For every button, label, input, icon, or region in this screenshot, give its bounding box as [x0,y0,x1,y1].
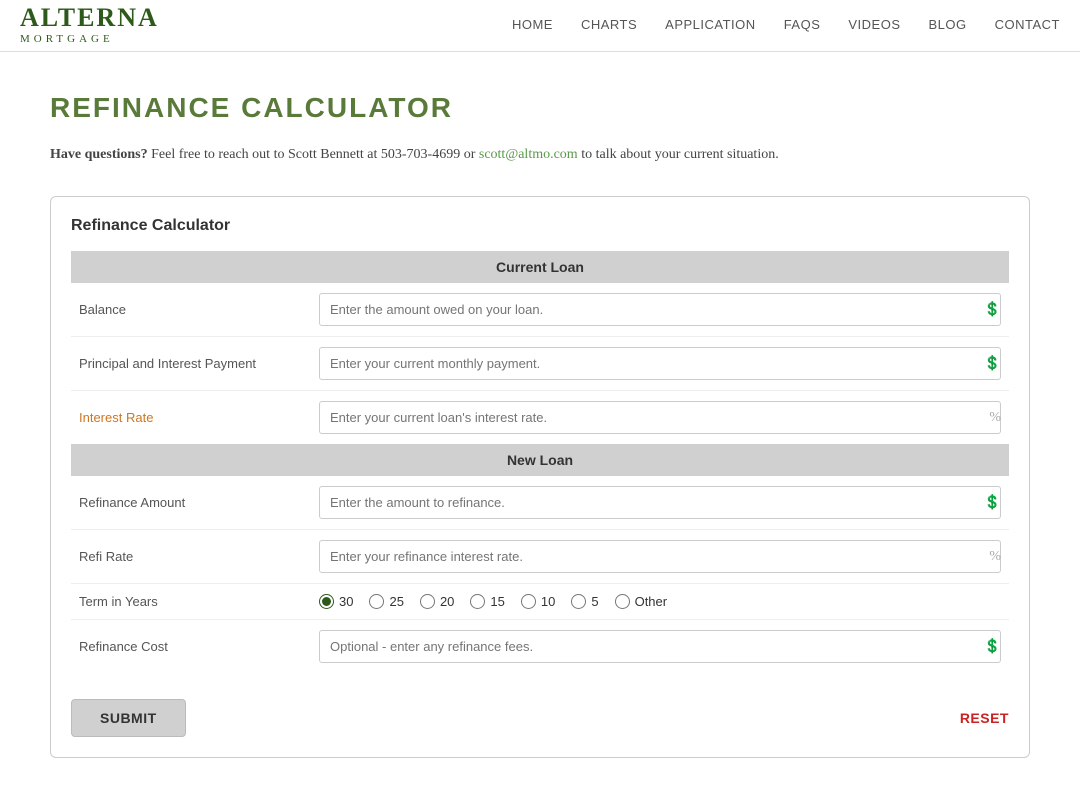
calc-card-title: Refinance Calculator [71,217,1009,235]
principal-label: Principal and Interest Payment [71,337,311,391]
refi-rate-input-cell: % [311,530,1009,584]
term-option-20[interactable]: 20 [420,594,454,609]
page-content: REFINANCE CALCULATOR Have questions? Fee… [0,52,1080,798]
term-radio-other[interactable] [615,594,630,609]
currency-icon-2: 💲 [984,355,1001,372]
refi-amount-label: Refinance Amount [71,476,311,530]
term-radio-15[interactable] [470,594,485,609]
nav-home[interactable]: HOME [512,17,553,32]
refi-cost-input[interactable] [319,630,1001,663]
current-loan-fields: Balance 💲 Principal and Interest Payment… [71,283,1009,444]
currency-icon-4: 💲 [984,638,1001,655]
intro-bold: Have questions? [50,147,148,162]
nav-blog[interactable]: BLOG [929,17,967,32]
term-radio-25[interactable] [369,594,384,609]
new-loan-header: New Loan [71,444,1009,476]
term-option-15[interactable]: 15 [470,594,504,609]
interest-input-cell: % [311,391,1009,445]
refi-rate-row: Refi Rate % [71,530,1009,584]
refi-cost-input-cell: 💲 [311,620,1009,674]
interest-row: Interest Rate % [71,391,1009,445]
term-radio-5[interactable] [571,594,586,609]
principal-input[interactable] [319,347,1001,380]
current-loan-header: Current Loan [71,251,1009,283]
refi-amount-row: Refinance Amount 💲 [71,476,1009,530]
percent-icon: % [989,410,1001,426]
reset-button[interactable]: RESET [960,710,1009,726]
term-label: Term in Years [71,584,311,620]
term-option-25[interactable]: 25 [369,594,403,609]
term-radio-group: 30 25 20 15 10 [319,594,1001,609]
refi-amount-input[interactable] [319,486,1001,519]
intro-text: Feel free to reach out to Scott Bennett … [148,147,479,162]
balance-input-cell: 💲 [311,283,1009,337]
currency-icon: 💲 [984,301,1001,318]
principal-input-cell: 💲 [311,337,1009,391]
logo-sub: MORTGAGE [20,33,159,45]
percent-icon-2: % [989,549,1001,565]
interest-input[interactable] [319,401,1001,434]
nav-contact[interactable]: CONTACT [995,17,1060,32]
principal-row: Principal and Interest Payment 💲 [71,337,1009,391]
term-radio-10[interactable] [521,594,536,609]
buttons-row: SUBMIT RESET [71,689,1009,737]
term-options-cell: 30 25 20 15 10 [311,584,1009,620]
refi-cost-label: Refinance Cost [71,620,311,674]
balance-input[interactable] [319,293,1001,326]
nav-links: HOME CHARTS APPLICATION FAQS VIDEOS BLOG… [512,17,1060,34]
refi-cost-row: Refinance Cost 💲 [71,620,1009,674]
nav-videos[interactable]: VIDEOS [848,17,900,32]
term-option-5[interactable]: 5 [571,594,598,609]
intro-end: to talk about your current situation. [578,147,779,162]
refi-amount-input-cell: 💲 [311,476,1009,530]
logo-main: ALTERNA [20,5,159,31]
term-option-other[interactable]: Other [615,594,668,609]
navigation: ALTERNA MORTGAGE HOME CHARTS APPLICATION… [0,0,1080,52]
intro-paragraph: Have questions? Feel free to reach out t… [50,144,1030,166]
term-radio-20[interactable] [420,594,435,609]
nav-charts[interactable]: CHARTS [581,17,637,32]
logo: ALTERNA MORTGAGE [20,5,159,45]
page-title: REFINANCE CALCULATOR [50,92,1030,124]
term-option-10[interactable]: 10 [521,594,555,609]
nav-application[interactable]: APPLICATION [665,17,756,32]
new-loan-fields: Refinance Amount 💲 Refi Rate % Term in Y… [71,476,1009,673]
currency-icon-3: 💲 [984,494,1001,511]
term-row: Term in Years 30 25 20 15 [71,584,1009,620]
balance-label: Balance [71,283,311,337]
nav-faqs[interactable]: FAQS [784,17,821,32]
email-link[interactable]: scott@altmo.com [479,147,578,162]
submit-button[interactable]: SUBMIT [71,699,186,737]
refi-rate-input[interactable] [319,540,1001,573]
term-radio-30[interactable] [319,594,334,609]
calculator-card: Refinance Calculator Current Loan Balanc… [50,196,1030,758]
term-option-30[interactable]: 30 [319,594,353,609]
interest-label: Interest Rate [71,391,311,445]
refi-rate-label: Refi Rate [71,530,311,584]
balance-row: Balance 💲 [71,283,1009,337]
